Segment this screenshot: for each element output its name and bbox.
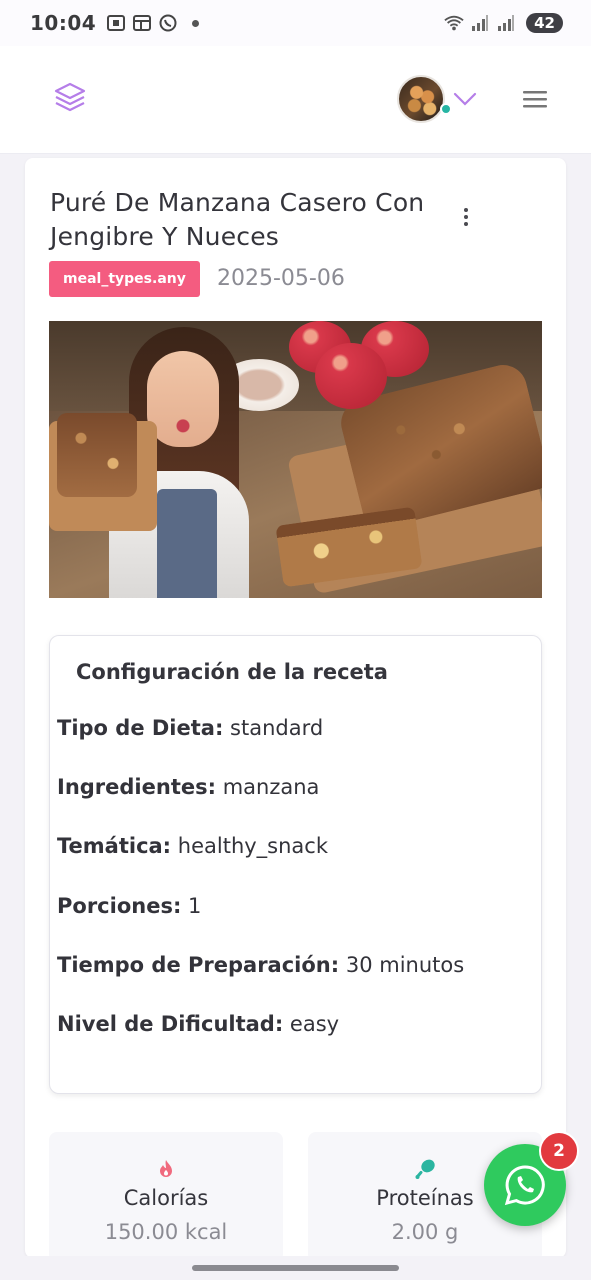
layers-icon[interactable] (52, 80, 88, 116)
status-notification-icons (106, 13, 200, 33)
window-icon (132, 13, 152, 33)
user-avatar[interactable] (397, 75, 445, 123)
recipe-card: Puré De Manzana Casero Con Jengibre Y Nu… (25, 158, 566, 1262)
drumstick-icon (414, 1158, 436, 1180)
recipe-config-panel: Configuración de la receta Tipo de Dieta… (49, 635, 542, 1094)
online-status-dot (440, 103, 452, 115)
home-indicator[interactable] (192, 1265, 399, 1271)
whatsapp-notification-badge: 2 (539, 1131, 579, 1171)
battery-level: 42 (526, 13, 563, 33)
whatsapp-icon (504, 1165, 545, 1206)
recipe-photo (49, 321, 542, 598)
status-bar: 10:04 42 (0, 0, 591, 46)
config-row-theme: Temática: healthy_snack (57, 834, 329, 858)
chevron-down-icon[interactable] (452, 86, 478, 112)
meal-type-badge: meal_types.any (49, 261, 200, 297)
config-row-servings: Porciones: 1 (57, 894, 202, 918)
calories-label: Calorías (123, 1186, 209, 1210)
app-header (0, 46, 591, 154)
wifi-icon (444, 13, 464, 33)
config-row-prep-time: Tiempo de Preparación: 30 minutos (57, 953, 465, 977)
hamburger-icon[interactable] (522, 88, 548, 110)
status-time: 10:04 (30, 11, 97, 35)
more-options-icon[interactable] (455, 204, 477, 230)
signal-icon (470, 13, 490, 33)
config-row-diet: Tipo de Dieta: standard (57, 716, 324, 740)
recipe-title: Puré De Manzana Casero Con Jengibre Y Nu… (50, 188, 425, 251)
config-row-ingredients: Ingredientes: manzana (57, 775, 320, 799)
calories-stat: Calorías 150.00 kcal (49, 1132, 283, 1262)
fire-icon (155, 1158, 177, 1180)
whatsapp-icon (158, 13, 178, 33)
config-row-difficulty: Nivel de Dificultad: easy (57, 1012, 340, 1036)
screenshot-icon (106, 13, 126, 33)
recipe-date: 2025-05-06 (217, 266, 345, 291)
status-system-icons: 42 (444, 13, 563, 33)
signal-icon (496, 13, 516, 33)
more-notifications-dot (192, 19, 200, 27)
protein-value: 2.00 g (391, 1220, 459, 1244)
calories-value: 150.00 kcal (104, 1220, 228, 1244)
config-title: Configuración de la receta (76, 660, 388, 684)
